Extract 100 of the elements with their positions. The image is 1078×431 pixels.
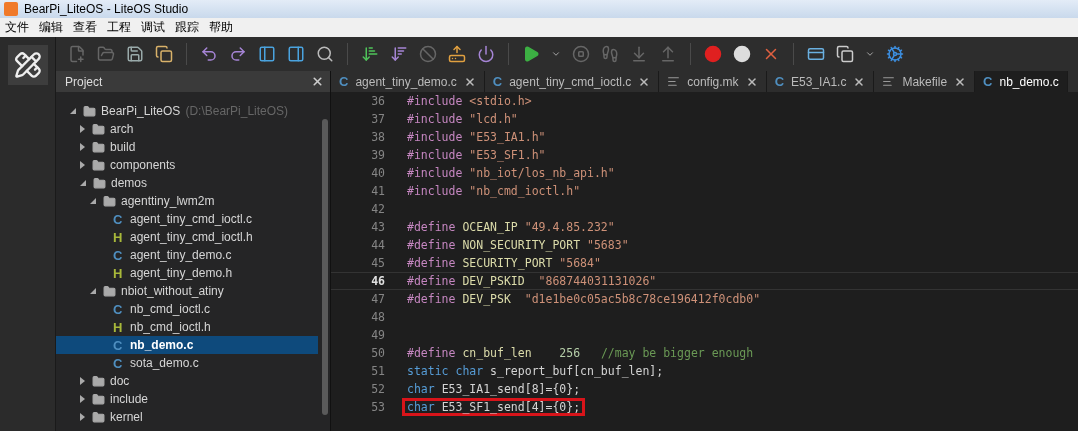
tools-button[interactable] bbox=[7, 45, 48, 85]
line-number: 52 bbox=[370, 382, 386, 396]
footprints-icon[interactable] bbox=[601, 45, 619, 63]
upload-icon[interactable] bbox=[448, 45, 466, 63]
menu-item[interactable]: 工程 bbox=[102, 19, 136, 36]
tree-item-label: components bbox=[110, 158, 176, 172]
menu-item[interactable]: 帮助 bbox=[204, 19, 238, 36]
power-icon[interactable] bbox=[477, 45, 495, 63]
expanded-icon[interactable] bbox=[90, 288, 96, 294]
close-icon[interactable] bbox=[638, 75, 651, 88]
tree-item[interactable]: agenttiny_lwm2m bbox=[56, 192, 318, 210]
tree-item[interactable]: C nb_cmd_ioctl.c bbox=[56, 300, 318, 318]
tree-item-label: sota_demo.c bbox=[130, 356, 199, 370]
redo-icon[interactable] bbox=[229, 45, 247, 63]
collapsed-icon[interactable] bbox=[80, 161, 85, 169]
tree-item-label: agent_tiny_cmd_ioctl.h bbox=[130, 230, 253, 244]
panel-left-icon[interactable] bbox=[258, 45, 276, 63]
scrollbar[interactable] bbox=[322, 119, 328, 415]
record-icon[interactable] bbox=[704, 45, 722, 63]
sort-icon[interactable] bbox=[390, 45, 408, 63]
tree-item[interactable]: demos bbox=[56, 174, 318, 192]
menu-item[interactable]: 文件 bbox=[0, 19, 34, 36]
line-number: 36 bbox=[370, 94, 386, 108]
menu-item[interactable]: 跟踪 bbox=[170, 19, 204, 36]
collapsed-icon[interactable] bbox=[80, 413, 85, 421]
card-icon[interactable] bbox=[807, 45, 825, 63]
folder-icon bbox=[92, 392, 105, 406]
play-icon[interactable] bbox=[522, 45, 540, 63]
tree-item[interactable]: arch bbox=[56, 120, 318, 138]
code-line: #include "nb_cmd_ioctl.h" bbox=[406, 183, 582, 200]
folder-icon[interactable] bbox=[97, 45, 115, 63]
tree-item[interactable]: build bbox=[56, 138, 318, 156]
step-out-icon[interactable] bbox=[659, 45, 677, 63]
collapsed-icon[interactable] bbox=[80, 377, 85, 385]
undo-icon[interactable] bbox=[200, 45, 218, 63]
pencil-ruler-icon bbox=[13, 51, 42, 79]
collapsed-icon[interactable] bbox=[80, 395, 85, 403]
c-file-icon: C bbox=[983, 74, 993, 89]
step-into-icon[interactable] bbox=[630, 45, 648, 63]
tree-item[interactable]: nbiot_without_atiny bbox=[56, 282, 318, 300]
tree-item[interactable]: H nb_cmd_ioctl.h bbox=[56, 318, 318, 336]
tree-item-label: agent_tiny_demo.c bbox=[130, 248, 232, 262]
tree-item-label: agent_tiny_cmd_ioctl.c bbox=[130, 212, 253, 226]
menu-item[interactable]: 编辑 bbox=[34, 19, 68, 36]
tree-item[interactable]: include bbox=[56, 390, 318, 408]
tree-item-label: arch bbox=[110, 122, 134, 136]
code-line: #define cn_buf_len 256 //may be bigger enough bbox=[406, 345, 755, 362]
tab-label: agent_tiny_cmd_ioctl.c bbox=[509, 74, 632, 89]
tree-item-label: BearPi_LiteOS bbox=[101, 104, 181, 118]
caret-icon[interactable] bbox=[865, 49, 875, 59]
close-icon[interactable] bbox=[853, 75, 866, 88]
tree-item-path: (D:\BearPi_LiteOS) bbox=[185, 104, 289, 118]
expanded-icon[interactable] bbox=[80, 180, 86, 186]
code-line: #include "E53_SF1.h" bbox=[406, 147, 547, 164]
tree-item[interactable]: H agent_tiny_cmd_ioctl.h bbox=[56, 228, 318, 246]
line-number: 44 bbox=[370, 238, 386, 252]
tree-item[interactable]: C nb_demo.c bbox=[56, 336, 318, 354]
folder-icon bbox=[92, 410, 105, 424]
sort-down-icon[interactable] bbox=[361, 45, 379, 63]
close-icon[interactable] bbox=[745, 75, 758, 88]
tree-item[interactable]: C agent_tiny_demo.c bbox=[56, 246, 318, 264]
tree-item-label: kernel bbox=[110, 410, 143, 424]
close-icon[interactable] bbox=[463, 75, 476, 88]
c-file-icon: C bbox=[113, 355, 125, 371]
c-file-icon: C bbox=[774, 74, 784, 89]
menu-item[interactable]: 调试 bbox=[136, 19, 170, 36]
tree-item[interactable]: components bbox=[56, 156, 318, 174]
windows-icon[interactable] bbox=[836, 45, 854, 63]
line-number: 37 bbox=[370, 112, 386, 126]
caret-icon[interactable] bbox=[551, 49, 561, 59]
tree-item[interactable]: H agent_tiny_demo.h bbox=[56, 264, 318, 282]
expanded-icon[interactable] bbox=[70, 108, 76, 114]
tree-item[interactable]: kernel bbox=[56, 408, 318, 426]
cog-icon[interactable] bbox=[886, 45, 904, 63]
tree-item[interactable]: BearPi_LiteOS (D:\BearPi_LiteOS) bbox=[56, 102, 318, 120]
tab-label: Makefile bbox=[902, 74, 948, 89]
ban-icon[interactable] bbox=[419, 45, 437, 63]
copy-icon[interactable] bbox=[155, 45, 173, 63]
panel-right-icon[interactable] bbox=[287, 45, 305, 63]
save-icon[interactable] bbox=[126, 45, 144, 63]
stop-icon[interactable] bbox=[572, 45, 590, 63]
editor-tab[interactable]: C nb_demo.c bbox=[975, 71, 1068, 92]
folder-icon bbox=[93, 176, 106, 190]
collapsed-icon[interactable] bbox=[80, 143, 85, 151]
tree-item[interactable]: doc bbox=[56, 372, 318, 390]
code-line: char E53_IA1_send[8]={0}; bbox=[406, 381, 582, 398]
new-file-icon[interactable] bbox=[68, 45, 86, 63]
expanded-icon[interactable] bbox=[90, 198, 96, 204]
search-icon[interactable] bbox=[316, 45, 334, 63]
collapsed-icon[interactable] bbox=[80, 125, 85, 133]
tree-item[interactable]: C agent_tiny_cmd_ioctl.c bbox=[56, 210, 318, 228]
tree-item[interactable]: C sota_demo.c bbox=[56, 354, 318, 372]
code-line: #include "E53_IA1.h" bbox=[406, 129, 547, 146]
menu-item[interactable]: 查看 bbox=[68, 19, 102, 36]
close-icon[interactable] bbox=[311, 75, 324, 88]
header-file-icon: H bbox=[113, 229, 125, 245]
code-line: #define NON_SECURITY_PORT "5683" bbox=[406, 237, 630, 254]
close-icon[interactable] bbox=[954, 75, 967, 88]
tab-label: config.mk bbox=[687, 74, 739, 89]
circle-icon[interactable] bbox=[733, 45, 751, 63]
